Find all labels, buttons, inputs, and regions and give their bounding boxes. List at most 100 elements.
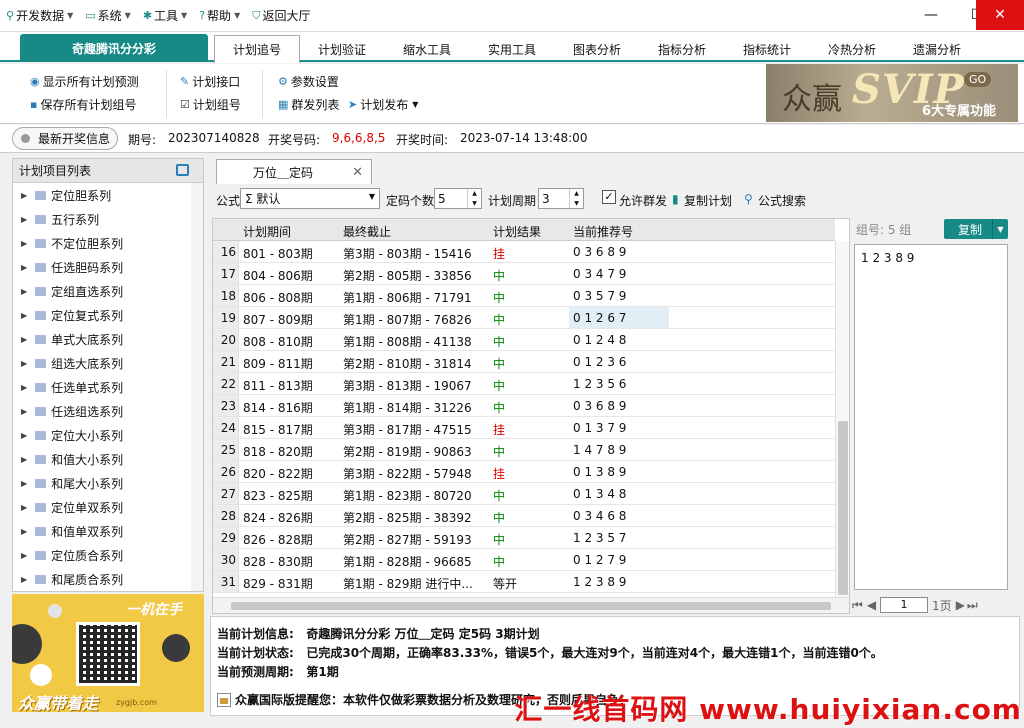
scroll-thumb[interactable] [838,421,848,595]
tab-plan-verify[interactable]: 计划验证 [300,36,384,62]
formula-select[interactable]: Σ 默认 ▼ [240,188,380,209]
expand-arrow-icon[interactable]: ▶ [21,263,27,272]
column-header[interactable]: 当前推荐号 [573,223,633,240]
menu-return-lobby[interactable]: ⛉ 返回大厅 [246,0,316,32]
stepper-arrows-icon[interactable]: ▲ ▼ [569,189,583,208]
expand-arrow-icon[interactable]: ▶ [21,527,27,536]
menu-dev-data[interactable]: ⚲ 开发数据 ▼ [0,0,79,32]
table-row[interactable]: 16 801 - 803期 第3期 - 803期 - 15416 挂 0 3 6 8 9 [213,241,835,263]
copy-plan-button[interactable]: 复制计划 [684,192,732,209]
show-all-predictions-button[interactable]: ◉ 显示所有计划预测 [30,72,139,90]
expand-arrow-icon[interactable]: ▶ [21,431,27,440]
brand-tab[interactable]: 奇趣腾讯分分彩 [20,34,208,62]
ad-banner[interactable]: 一机在手 众赢带着走 zygjb.com [12,594,204,712]
tree-item[interactable]: ▶ 任选单式系列 [13,375,203,399]
latest-draw-button[interactable]: 最新开奖信息 [12,127,118,150]
prev-page-icon[interactable]: ◀ [867,598,876,612]
pin-panel-icon[interactable] [176,164,189,176]
table-row[interactable]: 31 829 - 831期 第1期 - 829期 进行中... 等开 1 2 3 8 9 [213,571,835,593]
expand-arrow-icon[interactable]: ▶ [21,239,27,248]
tree-item[interactable]: ▶ 定位大小系列 [13,423,203,447]
expand-arrow-icon[interactable]: ▶ [21,407,27,416]
stepper-arrows-icon[interactable]: ▲ ▼ [467,189,481,208]
expand-arrow-icon[interactable]: ▶ [21,455,27,464]
plan-publish-button[interactable]: ➤ 计划发布 ▼ [348,95,418,113]
table-row[interactable]: 28 824 - 826期 第2期 - 825期 - 38392 中 0 3 4 6 8 [213,505,835,527]
column-header[interactable]: 计划结果 [493,223,541,240]
allow-group-send-checkbox[interactable]: ✓ [602,190,616,204]
tree-item[interactable]: ▶ 定位单双系列 [13,495,203,519]
tab-wanwei-dingma[interactable]: 万位＿定码 ✕ [216,159,372,184]
menu-system[interactable]: ▭ 系统 ▼ [79,0,137,32]
page-input[interactable]: 1 [880,597,929,613]
column-header[interactable]: 计划期间 [243,223,291,240]
tab-hot-cold[interactable]: 冷热分析 [810,36,894,62]
tree-item[interactable]: ▶ 定位复式系列 [13,303,203,327]
table-row[interactable]: 19 807 - 809期 第1期 - 807期 - 76826 中 0 1 2 6 7 [213,307,835,329]
tree-item[interactable]: ▶ 定位胆系列 [13,183,203,207]
tree-item[interactable]: ▶ 不定位胆系列 [13,231,203,255]
tab-chart-analysis[interactable]: 图表分析 [554,36,640,62]
next-page-icon[interactable]: ▶ [956,598,965,612]
tree-item[interactable]: ▶ 和尾大小系列 [13,471,203,495]
table-row[interactable]: 23 814 - 816期 第1期 - 814期 - 31226 中 0 3 6 8 9 [213,395,835,417]
save-all-groups-button[interactable]: ▪ 保存所有计划组号 [30,95,136,113]
scrollbar[interactable] [191,183,203,591]
table-row[interactable]: 25 818 - 820期 第2期 - 819期 - 90863 中 1 4 7 8 9 [213,439,835,461]
table-row[interactable]: 20 808 - 810期 第1期 - 808期 - 41138 中 0 1 2 4 8 [213,329,835,351]
copy-button[interactable]: 复制 ▼ [944,219,1008,239]
cycle-stepper[interactable]: 3 ▲ ▼ [538,188,584,209]
tab-indicator-analysis[interactable]: 指标分析 [640,36,724,62]
table-row[interactable]: 21 809 - 811期 第2期 - 810期 - 31814 中 0 1 2 3 6 [213,351,835,373]
table-row[interactable]: 17 804 - 806期 第2期 - 805期 - 33856 中 0 3 4 7 9 [213,263,835,285]
tab-plan-chase[interactable]: 计划追号 [214,35,300,63]
tree-item[interactable]: ▶ 和尾质合系列 [13,567,203,591]
expand-arrow-icon[interactable]: ▶ [21,359,27,368]
minimize-button[interactable]: — [908,0,954,30]
count-stepper[interactable]: 5 ▲ ▼ [434,188,482,209]
tree-item[interactable]: ▶ 和值单双系列 [13,519,203,543]
table-row[interactable]: 27 823 - 825期 第1期 - 823期 - 80720 中 0 1 3 4 8 [213,483,835,505]
plan-interface-button[interactable]: ✎ 计划接口 [180,72,240,90]
group-numbers-textarea[interactable]: 1 2 3 8 9 [854,244,1008,590]
horizontal-scrollbar[interactable] [213,597,849,613]
tab-omission[interactable]: 遗漏分析 [894,36,980,62]
menu-help[interactable]: ? 帮助 ▼ [193,0,246,32]
expand-arrow-icon[interactable]: ▶ [21,503,27,512]
expand-arrow-icon[interactable]: ▶ [21,191,27,200]
tree-item[interactable]: ▶ 任选组选系列 [13,399,203,423]
scroll-thumb[interactable] [231,602,831,610]
svip-banner[interactable]: 众赢 SVIP GO 6大专属功能 [766,64,1018,122]
tab-shrink-tool[interactable]: 缩水工具 [384,36,470,62]
table-row[interactable]: 29 826 - 828期 第2期 - 827期 - 59193 中 1 2 3 5 7 [213,527,835,549]
chevron-down-icon[interactable]: ▼ [992,219,1008,239]
table-row[interactable]: 30 828 - 830期 第1期 - 828期 - 96685 中 0 1 2 7 9 [213,549,835,571]
tab-indicator-stats[interactable]: 指标统计 [724,36,810,62]
tree-item[interactable]: ▶ 和值大小系列 [13,447,203,471]
expand-arrow-icon[interactable]: ▶ [21,575,27,584]
table-row[interactable]: 18 806 - 808期 第1期 - 806期 - 71791 中 0 3 5 7 9 [213,285,835,307]
param-settings-button[interactable]: ⚙ 参数设置 [278,72,339,90]
tab-utility[interactable]: 实用工具 [470,36,554,62]
expand-arrow-icon[interactable]: ▶ [21,479,27,488]
column-header[interactable]: 最终截止 [343,223,391,240]
close-tab-icon[interactable]: ✕ [352,165,363,180]
tree-item[interactable]: ▶ 五行系列 [13,207,203,231]
close-button[interactable]: ✕ [976,0,1024,30]
expand-arrow-icon[interactable]: ▶ [21,383,27,392]
table-row[interactable]: 26 820 - 822期 第3期 - 822期 - 57948 挂 0 1 3 8 9 [213,461,835,483]
expand-arrow-icon[interactable]: ▶ [21,287,27,296]
expand-arrow-icon[interactable]: ▶ [21,551,27,560]
expand-arrow-icon[interactable]: ▶ [21,311,27,320]
expand-arrow-icon[interactable]: ▶ [21,215,27,224]
tree-item[interactable]: ▶ 组选大底系列 [13,351,203,375]
table-row[interactable]: 24 815 - 817期 第3期 - 817期 - 47515 挂 0 1 3 7 9 [213,417,835,439]
tree-item[interactable]: ▶ 定组直选系列 [13,279,203,303]
menu-tools[interactable]: ✱ 工具 ▼ [137,0,193,32]
vertical-scrollbar[interactable] [835,241,849,597]
first-page-icon[interactable]: ⏮ [852,598,863,613]
formula-search-button[interactable]: 公式搜索 [758,192,806,209]
expand-arrow-icon[interactable]: ▶ [21,335,27,344]
tree-item[interactable]: ▶ 定位质合系列 [13,543,203,567]
group-list-button[interactable]: ▦ 群发列表 [278,95,339,113]
